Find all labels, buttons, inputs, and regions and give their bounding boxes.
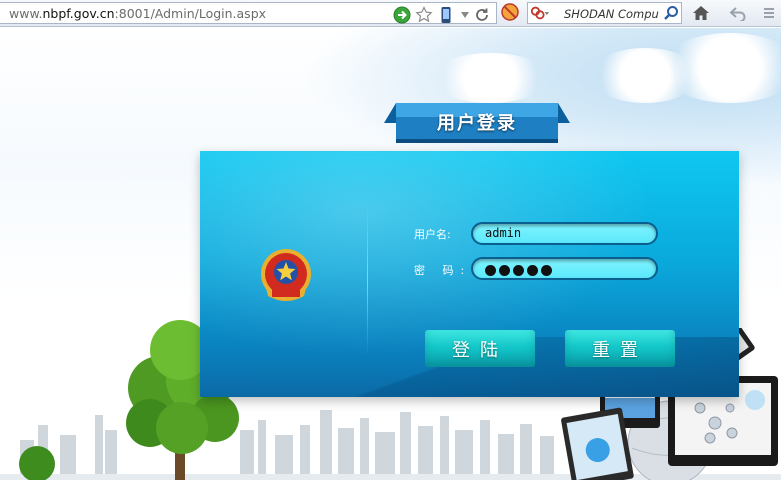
back-icon[interactable] (728, 3, 748, 23)
cloud (430, 53, 550, 103)
url-path: :8001/Admin/Login.aspx (114, 6, 267, 21)
search-engine-icon[interactable] (530, 3, 550, 23)
password-mask (485, 265, 552, 276)
login-title: 用户登录 (437, 113, 517, 134)
username-value: admin (485, 226, 522, 240)
url-host: nbpf.gov.cn (42, 6, 115, 21)
url-prefix: www. (9, 6, 43, 21)
reload-icon[interactable] (472, 5, 492, 25)
url-text[interactable]: www.nbpf.gov.cn:8001/Admin/Login.aspx (9, 6, 266, 21)
cloud (590, 48, 700, 103)
search-box[interactable]: SHODAN Compu (527, 2, 682, 24)
panel-divider (367, 206, 368, 356)
mobile-icon[interactable] (436, 5, 456, 25)
menu-icon[interactable] (759, 3, 779, 23)
search-input[interactable]: SHODAN Compu (564, 7, 664, 21)
search-icon[interactable] (661, 3, 681, 23)
address-bar[interactable]: www.nbpf.gov.cn:8001/Admin/Login.aspx (0, 2, 497, 24)
bookmark-star-icon[interactable] (414, 5, 434, 25)
password-dot (527, 265, 538, 276)
go-icon[interactable] (392, 5, 412, 25)
password-dot (541, 265, 552, 276)
addon-block-icon[interactable] (500, 2, 520, 22)
username-input[interactable]: admin (471, 222, 658, 245)
police-emblem-logo (261, 249, 311, 301)
password-input[interactable] (471, 257, 658, 280)
password-label: 密 码: (414, 264, 472, 277)
password-dot (485, 265, 496, 276)
login-page (0, 28, 781, 480)
username-label: 用户名: (414, 228, 451, 241)
reset-button[interactable]: 重置 (565, 330, 675, 367)
password-dot (499, 265, 510, 276)
browser-toolbar: www.nbpf.gov.cn:8001/Admin/Login.aspx SH… (0, 0, 781, 27)
password-dot (513, 265, 524, 276)
login-title-tab: 用户登录 (384, 103, 570, 143)
login-button[interactable]: 登陆 (425, 330, 535, 367)
home-icon[interactable] (691, 3, 711, 23)
shrub-illustration (19, 446, 55, 480)
